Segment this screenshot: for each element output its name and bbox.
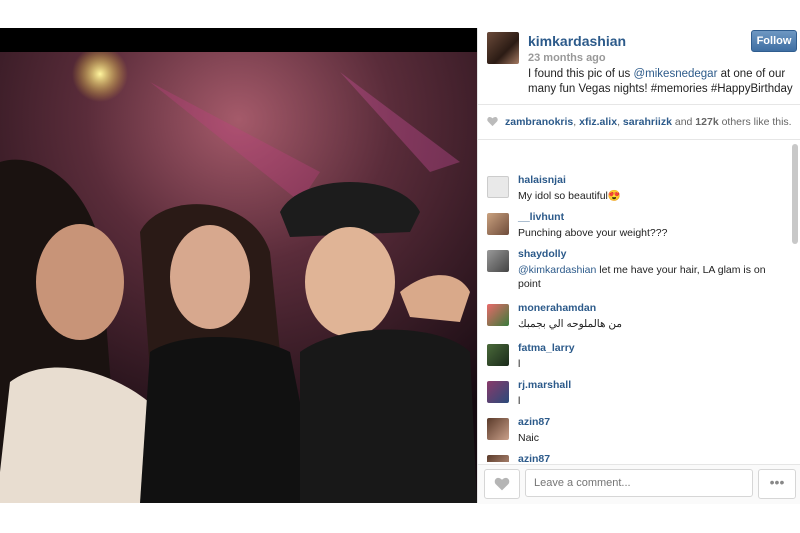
- post-caption: I found this pic of us @mikesnedegar at …: [528, 67, 793, 97]
- post-photo: [0, 52, 477, 503]
- commenter-avatar[interactable]: [487, 455, 509, 462]
- comment-mention-link[interactable]: @kimkardashian: [518, 264, 596, 276]
- post-timestamp[interactable]: 23 months ago: [528, 52, 606, 64]
- likes-count[interactable]: 127k: [695, 116, 718, 128]
- comment-text: My idol so beautiful😍: [518, 190, 621, 202]
- comment-item: azin87 Naic: [487, 416, 777, 454]
- comment-item: __livhunt Punching above your weight???: [487, 211, 777, 249]
- comment-item: shaydolly @kimkardashian let me have you…: [487, 248, 777, 296]
- commenter-avatar[interactable]: [487, 250, 509, 272]
- comment-text: Punching above your weight???: [518, 227, 668, 239]
- heart-icon: [487, 116, 498, 127]
- avatar[interactable]: [487, 32, 519, 64]
- commenter-username[interactable]: shaydolly: [518, 248, 566, 260]
- commenter-avatar[interactable]: [487, 304, 509, 326]
- commenter-username[interactable]: monerahamdan: [518, 302, 596, 314]
- post-username[interactable]: kimkardashian: [528, 33, 626, 49]
- commenter-username[interactable]: __livhunt: [518, 211, 564, 223]
- caption-text-start: I found this pic of us: [528, 68, 634, 80]
- post-details-panel: kimkardashian 23 months ago Follow I fou…: [477, 28, 800, 504]
- post-photo-frame: [0, 28, 477, 503]
- commenter-username[interactable]: fatma_larry: [518, 342, 575, 354]
- liker-link[interactable]: xfiz.alix: [579, 116, 617, 128]
- commenter-avatar[interactable]: [487, 381, 509, 403]
- comment-item: fatma_larry l: [487, 342, 777, 380]
- comment-item: rj.marshall l: [487, 379, 777, 417]
- commenter-username[interactable]: azin87: [518, 416, 550, 428]
- heart-icon: [494, 477, 510, 491]
- likes-tail: others like this.: [718, 116, 792, 128]
- commenter-avatar[interactable]: [487, 176, 509, 198]
- comment-text: Naic: [518, 432, 540, 444]
- comment-item: azin87: [487, 453, 777, 462]
- commenter-username[interactable]: rj.marshall: [518, 379, 571, 391]
- comment-item: halaisnjai My idol so beautiful😍: [487, 174, 777, 212]
- post-header: kimkardashian 23 months ago Follow I fou…: [478, 28, 800, 105]
- comment-bar: •••: [478, 464, 800, 504]
- commenter-username[interactable]: azin87: [518, 453, 550, 462]
- follow-button[interactable]: Follow: [751, 30, 797, 52]
- comment-input[interactable]: [525, 469, 753, 497]
- comment-text: l: [518, 395, 521, 407]
- commenter-avatar[interactable]: [487, 418, 509, 440]
- more-options-button[interactable]: •••: [758, 469, 796, 499]
- like-button[interactable]: [484, 469, 520, 499]
- likes-text: zambranokris, xfiz.alix, sarahriizk and …: [505, 116, 792, 128]
- commenter-avatar[interactable]: [487, 213, 509, 235]
- liker-link[interactable]: sarahriizk: [623, 116, 672, 128]
- comments-scrollbar[interactable]: [792, 144, 798, 244]
- comment-item: monerahamdan من هالملوحه الي بجمبك: [487, 302, 777, 340]
- caption-mention-link[interactable]: @mikesnedegar: [633, 68, 717, 80]
- comment-text: l: [518, 358, 521, 370]
- commenter-avatar[interactable]: [487, 344, 509, 366]
- comment-text: من هالملوحه الي بجمبك: [518, 318, 623, 330]
- commenter-username[interactable]: halaisnjai: [518, 174, 566, 186]
- comment-text: @kimkardashian let me have your hair, LA…: [518, 263, 773, 291]
- likes-conjunction: and: [671, 116, 696, 128]
- comments-list[interactable]: halaisnjai My idol so beautiful😍 __livhu…: [478, 140, 800, 462]
- liker-link[interactable]: zambranokris: [505, 116, 573, 128]
- likes-summary: zambranokris, xfiz.alix, sarahriizk and …: [478, 105, 800, 140]
